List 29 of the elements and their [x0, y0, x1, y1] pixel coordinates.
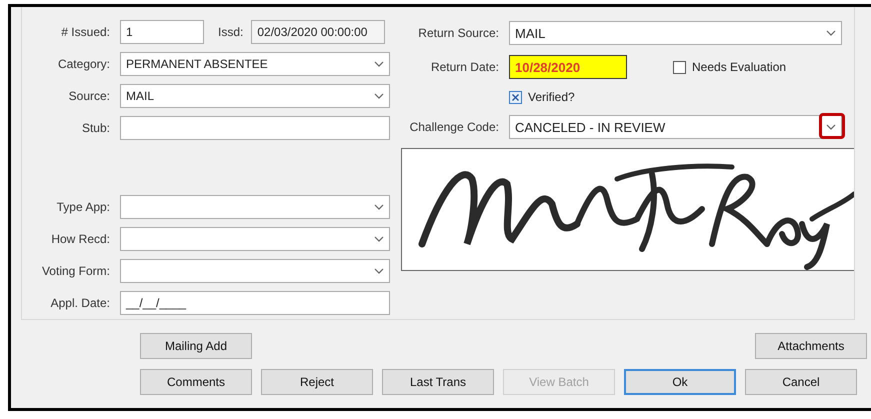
action-button[interactable]: Comments — [140, 369, 252, 395]
field-label: # Issued: — [60, 25, 111, 39]
field-label: Issd: — [217, 25, 244, 39]
field-label: Category: — [56, 57, 111, 71]
field-label: Return Date: — [430, 60, 500, 74]
field-label: Appl. Date: — [50, 296, 111, 310]
input-field[interactable]: 1 — [120, 20, 204, 44]
action-button[interactable]: Cancel — [745, 369, 857, 395]
action-button[interactable]: Reject — [261, 369, 373, 395]
dropdown-field[interactable]: CANCELED - IN REVIEW — [509, 115, 842, 139]
date-field[interactable]: 10/28/2020 — [509, 55, 627, 79]
field-label: Challenge Code: — [408, 120, 500, 134]
field-label: Return Source: — [417, 26, 500, 40]
action-button[interactable]: Attachments — [755, 333, 867, 359]
field-label: How Recd: — [50, 232, 111, 246]
checkbox-label: Verified? — [528, 90, 575, 104]
date-field[interactable]: 02/03/2020 00:00:00 — [251, 20, 386, 44]
field-label: Stub: — [80, 121, 111, 135]
field-label: Source: — [68, 89, 111, 103]
dropdown-field[interactable]: MAIL — [509, 21, 842, 45]
action-button[interactable]: Last Trans — [382, 369, 494, 395]
dropdown-field[interactable]: PERMANENT ABSENTEE — [120, 52, 390, 76]
action-button[interactable]: Mailing Add — [140, 333, 252, 359]
checkbox-label: Needs Evaluation — [692, 60, 786, 74]
action-button[interactable]: Ok — [624, 369, 736, 395]
input-field[interactable]: __/__/____ — [120, 291, 390, 316]
field-label: Type App: — [56, 200, 111, 214]
field-label: Voting Form: — [40, 264, 111, 278]
dropdown-field[interactable]: MAIL — [120, 84, 390, 108]
